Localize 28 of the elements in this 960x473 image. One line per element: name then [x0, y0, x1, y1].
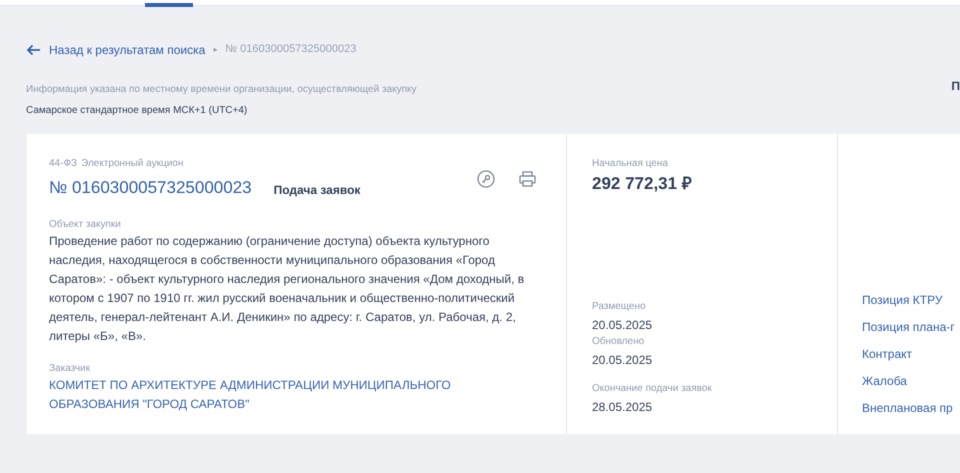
price-label: Начальная цена — [592, 157, 669, 171]
cut-off-text: П — [951, 78, 960, 95]
breadcrumb-separator: ▸ — [213, 44, 218, 56]
date-label: Размещено — [592, 300, 647, 314]
object-description: Проведение работ по содержанию (ограничение доступа) объекта культурного наследия, находящегося в собственности муниципального образования «Город Саратов»: - объект культурного наследия регионального значения «Дом доходный, в котором с 1907 по 1910 гг. жил русский военачальник и общественно-политический деятель, генерал-лейтенант А.И. Деникин» по адресу: г. Саратов, ул. Рабочая, д. 2, литеры «Б», «В». — [49, 232, 526, 344]
law-label: 44-ФЗ — [49, 157, 78, 171]
breadcrumb-current: № 0160300057325000023 — [225, 42, 356, 58]
active-tab-indicator — [145, 3, 193, 7]
purchase-number[interactable]: № 0160300057325000023 — [49, 175, 252, 200]
side-link[interactable]: Позиция плана-г — [862, 314, 960, 341]
customer-label: Заказчик — [49, 362, 92, 376]
procurement-method: Электронный аукцион — [81, 157, 184, 171]
purchase-stage: Подача заявок — [274, 182, 360, 199]
side-link[interactable]: Жалоба — [862, 368, 960, 395]
date-value: 20.05.2025 — [592, 352, 654, 369]
side-link[interactable]: Внеплановая пр — [862, 395, 960, 422]
initial-price: 292 772,31 ₽ — [592, 173, 693, 195]
date-value: 28.05.2025 — [592, 399, 654, 416]
timezone-note: Информация указана по местному времени организации, осуществляющей закупку — [26, 83, 416, 97]
object-label: Объект закупки — [49, 218, 122, 232]
date-label: Окончание подачи заявок — [592, 382, 713, 396]
side-link[interactable]: Контракт — [862, 341, 960, 368]
date-value: 20.05.2025 — [592, 317, 654, 334]
timezone-name: Самарское стандартное время МСК+1 (UTC+4) — [26, 104, 248, 118]
customer-link[interactable]: КОМИТЕТ ПО АРХИТЕКТУРЕ АДМИНИСТРАЦИИ МУНИЦИПАЛЬНОГО ОБРАЗОВАНИЯ "ГОРОД САРАТОВ" — [49, 376, 544, 414]
back-arrow-icon — [26, 44, 41, 56]
side-link[interactable]: Позиция КТРУ — [862, 287, 960, 314]
date-label: Обновлено — [592, 335, 646, 349]
